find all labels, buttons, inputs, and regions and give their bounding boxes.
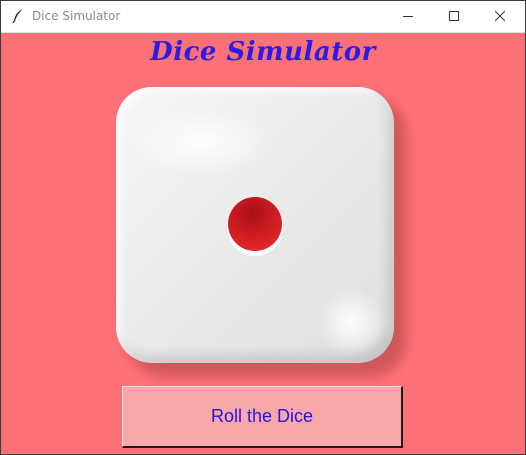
close-button[interactable] bbox=[477, 1, 523, 32]
maximize-icon bbox=[449, 11, 459, 21]
roll-dice-button[interactable]: Roll the Dice bbox=[122, 386, 403, 448]
window-title: Dice Simulator bbox=[32, 9, 121, 23]
die-highlight-corner bbox=[316, 287, 386, 357]
feather-icon bbox=[10, 8, 26, 24]
close-icon bbox=[495, 11, 505, 21]
die-face bbox=[116, 87, 394, 363]
die-highlight bbox=[130, 107, 270, 177]
app-heading: Dice Simulator bbox=[150, 37, 376, 67]
die-pip bbox=[228, 197, 282, 251]
app-window: Dice Simulator Dice Simulator Roll the D… bbox=[0, 0, 526, 455]
minimize-icon bbox=[403, 16, 413, 17]
maximize-button[interactable] bbox=[431, 1, 477, 32]
title-bar[interactable]: Dice Simulator bbox=[1, 1, 525, 33]
minimize-button[interactable] bbox=[385, 1, 431, 32]
